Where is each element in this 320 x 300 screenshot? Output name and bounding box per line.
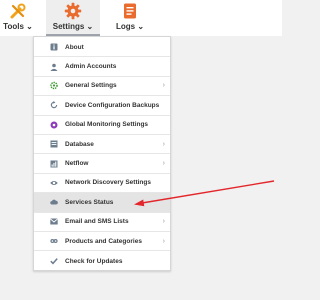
red-annotation-arrow xyxy=(134,180,275,207)
